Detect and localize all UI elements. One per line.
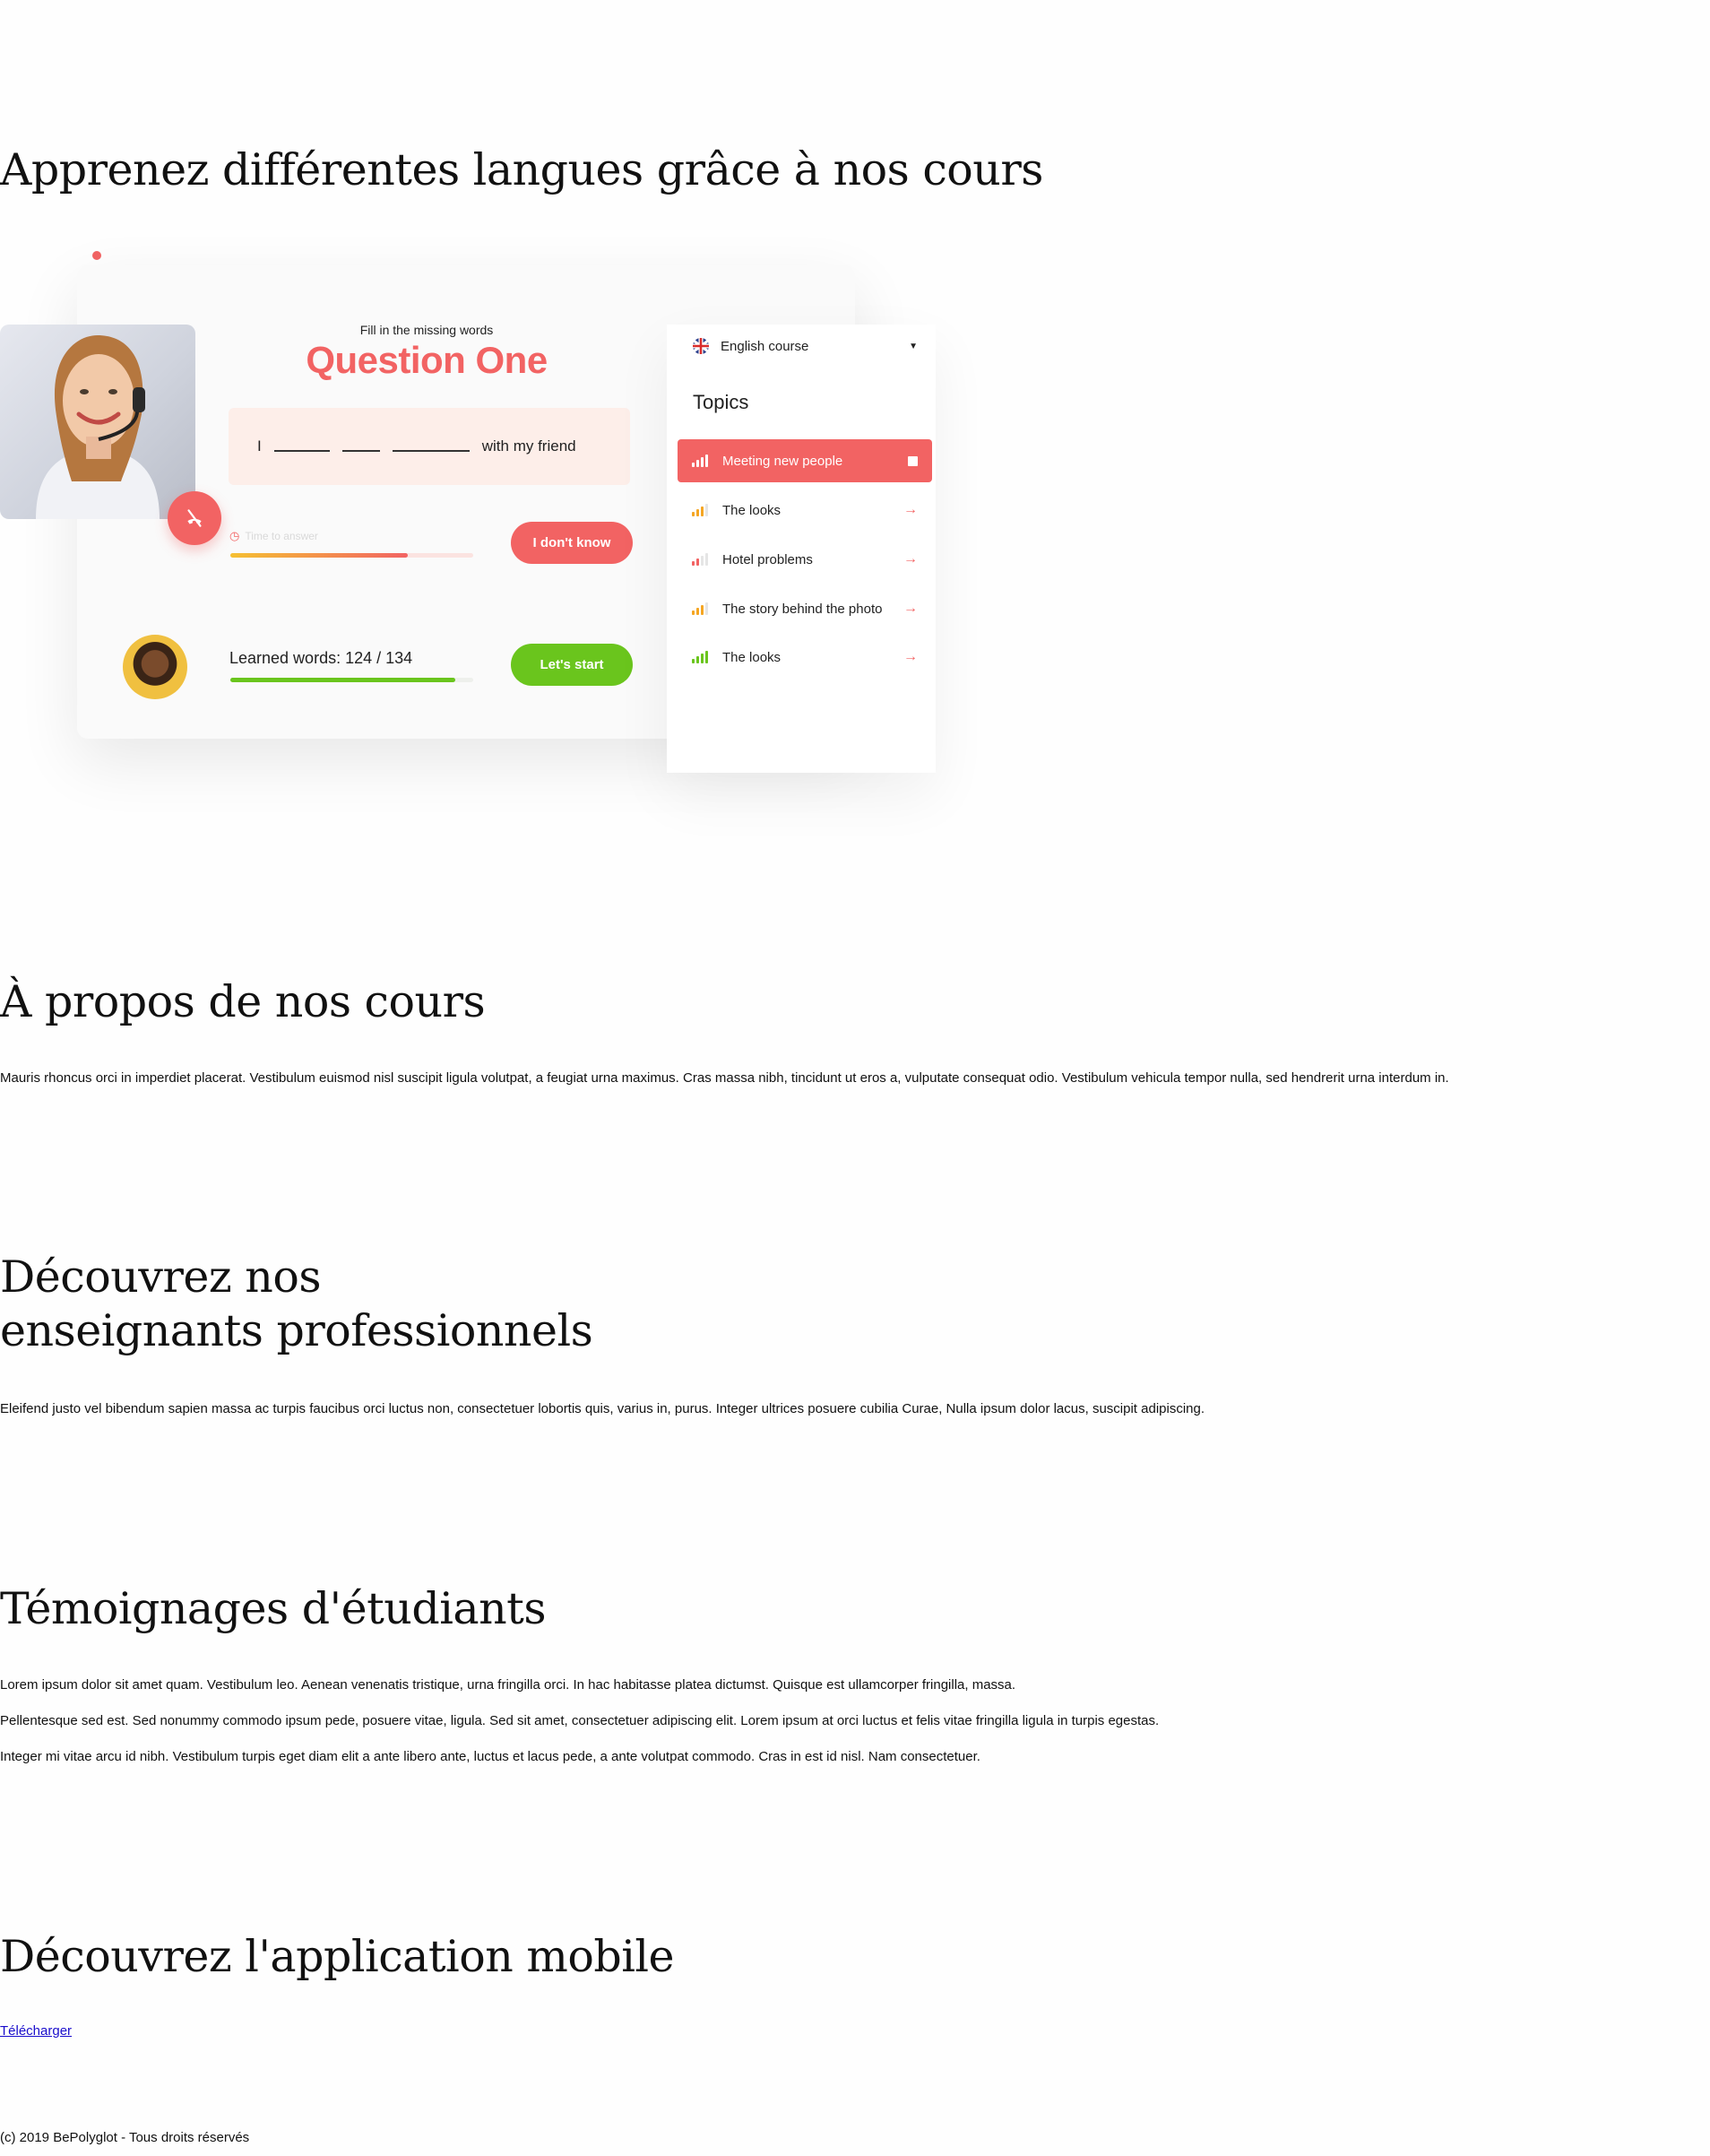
blank-field[interactable] [392,441,470,452]
teachers-title: Découvrez nos enseignants professionnels [0,1251,593,1358]
timer-progress-track [230,553,473,558]
signal-level-icon [692,504,708,516]
lets-start-button[interactable]: Let's start [511,644,633,686]
topic-label: The looks [722,502,782,518]
download-link[interactable]: Télécharger [0,2023,72,2039]
teachers-title-line2: enseignants professionnels [0,1305,593,1356]
app-title: Découvrez l'application mobile [0,1931,675,1982]
stop-icon[interactable] [908,455,918,466]
dont-know-button[interactable]: I don't know [511,522,633,564]
testimonial-text: Integer mi vitae arcu id nibh. Vestibulu… [0,1749,980,1764]
timer-label: ◷ Time to answer [229,529,318,543]
arrow-right-icon[interactable]: → [903,601,918,617]
end-call-button[interactable] [168,491,221,545]
topics-title: Topics [693,391,749,413]
topic-item[interactable]: Meeting new people [678,439,932,482]
quiz-title: Question One [306,339,548,381]
hero-title: Apprenez différentes langues grâce à nos… [0,144,1043,195]
operator-illustration [36,335,160,519]
course-select[interactable]: English course ▼ [678,325,932,368]
signal-level-icon [692,455,708,467]
topic-label: The looks [722,649,782,665]
testimonial-text: Pellentesque sed est. Sed nonummy commod… [0,1713,1160,1728]
operator-photo [0,325,195,519]
signal-level-icon [692,602,708,615]
testimonials-title: Témoignages d'étudiants [0,1583,546,1634]
blank-field[interactable] [341,441,380,452]
phone-off-icon [187,509,202,527]
topic-label: The story behind the photo [722,601,883,617]
about-title: À propos de nos cours [0,976,486,1027]
signal-level-icon [692,651,708,663]
fill-in-sentence: I with my friend [229,408,630,485]
testimonial-text: Lorem ipsum dolor sit amet quam. Vestibu… [0,1677,1016,1693]
blank-field[interactable] [273,441,330,452]
quiz-subtitle: Fill in the missing words [359,323,494,337]
learned-progress-track [230,678,473,682]
student-avatar [123,635,187,699]
signal-level-icon [692,553,708,566]
teachers-text: Eleifend justo vel bibendum sapien massa… [0,1401,1205,1416]
learned-words: Learned words: 124 / 134 [229,649,413,667]
teachers-title-line1: Découvrez nos [0,1251,322,1303]
arrow-right-icon[interactable]: → [903,502,918,518]
topic-label: Meeting new people [722,453,843,469]
course-select-value: English course [721,338,809,354]
arrow-right-icon[interactable]: → [903,649,918,665]
sentence-start: I [257,437,262,455]
about-text: Mauris rhoncus orci in imperdiet placera… [0,1070,1449,1086]
topic-item[interactable]: The looks → [678,636,932,679]
timer-text: Time to answer [245,530,318,542]
timer-progress-fill [230,553,408,558]
topic-item[interactable]: The looks → [678,489,932,532]
topic-item[interactable]: Hotel problems → [678,538,932,581]
uk-flag-icon [693,338,709,354]
topic-item[interactable]: The story behind the photo → [678,587,932,630]
decorative-dot [92,251,101,260]
learned-progress-fill [230,678,455,682]
clock-icon: ◷ [229,529,240,542]
arrow-right-icon[interactable]: → [903,551,918,567]
caret-down-icon: ▼ [909,341,918,351]
sentence-end: with my friend [481,437,576,455]
footer-copyright: (c) 2019 BePolyglot - Tous droits réserv… [0,2130,250,2145]
topic-label: Hotel problems [722,551,813,567]
